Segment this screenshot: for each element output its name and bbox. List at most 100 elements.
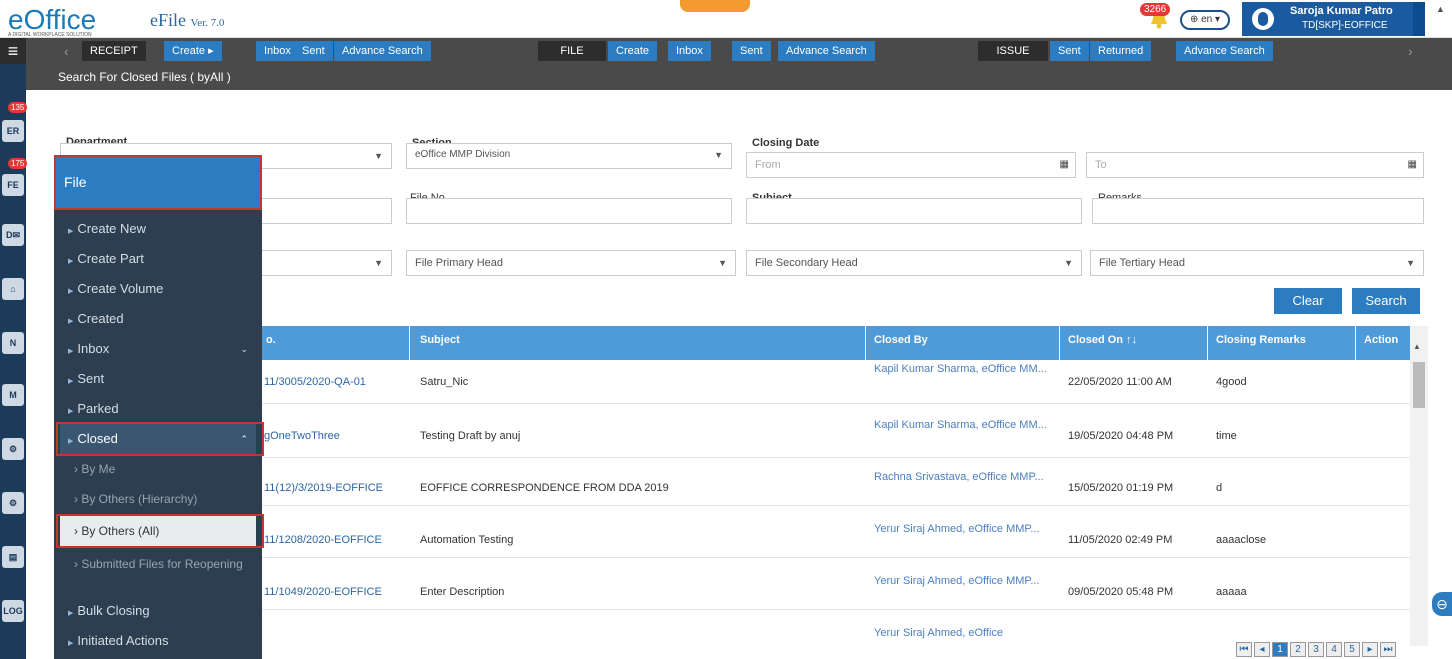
side-menu-label: Sent: [77, 371, 105, 386]
menu-issue[interactable]: ISSUE: [978, 41, 1048, 61]
menu-receipt[interactable]: RECEIPT: [82, 41, 146, 61]
page-2[interactable]: 2: [1290, 642, 1306, 657]
page-3[interactable]: 3: [1308, 642, 1324, 657]
scroll-up-icon[interactable]: ▲: [1436, 4, 1450, 18]
side-menu-label: By Others (Hierarchy): [81, 492, 198, 506]
scroll-up-icon[interactable]: ▲: [1413, 342, 1421, 351]
primary-head-select[interactable]: File Primary Head ▼: [406, 250, 736, 276]
side-menu-parked[interactable]: ▶ Parked: [60, 394, 256, 424]
triangle-right-icon: ▶: [68, 228, 74, 235]
chevron-down-icon: ▼: [718, 258, 727, 268]
chevron-down-icon: ▼: [1406, 258, 1415, 268]
chevron-down-icon: ⌄: [240, 344, 248, 354]
calendar-icon[interactable]: ▦: [1408, 153, 1417, 177]
menu-scroll-right-icon[interactable]: ›: [1408, 40, 1420, 62]
clear-button[interactable]: Clear: [1274, 288, 1342, 314]
side-menu-initiated-actions[interactable]: ▶ Initiated Actions: [60, 626, 256, 656]
prev-page-icon[interactable]: ◂: [1254, 642, 1270, 657]
col-file-no: o.: [266, 334, 276, 346]
row-file-no[interactable]: 11(12)/3/2019-EOFFICE: [264, 482, 383, 494]
secondary-head-select[interactable]: File Secondary Head ▼: [746, 250, 1082, 276]
side-panel-toggle-icon[interactable]: ⊖: [1432, 592, 1452, 616]
side-menu-file-header[interactable]: File: [54, 155, 262, 209]
menu-receipt-advance-search[interactable]: Advance Search: [334, 41, 431, 61]
side-menu-sent[interactable]: ▶ Sent: [60, 364, 256, 394]
side-menu-bulk-closing[interactable]: ▶ Bulk Closing: [60, 596, 256, 626]
note-icon[interactable]: N: [2, 332, 24, 354]
page-1[interactable]: 1: [1272, 642, 1288, 657]
page-4[interactable]: 4: [1326, 642, 1342, 657]
menu-file[interactable]: FILE: [538, 41, 606, 61]
side-menu-by-others-all[interactable]: › By Others (All): [60, 516, 256, 546]
menu-receipt-sent[interactable]: Sent: [294, 41, 333, 61]
row-file-no[interactable]: gOneTwoThree: [264, 430, 340, 442]
to-placeholder: To: [1095, 159, 1107, 171]
triangle-right-icon: ▶: [68, 408, 74, 415]
hamburger-icon[interactable]: ≡: [0, 38, 26, 64]
user-role: TD[SKP]-EOFFICE: [1302, 20, 1388, 31]
side-menu-by-me[interactable]: › By Me: [60, 454, 256, 484]
last-page-icon[interactable]: ⏭: [1380, 642, 1396, 657]
row-remarks: aaaaa: [1216, 586, 1247, 598]
report-icon[interactable]: ▤: [2, 546, 24, 568]
closing-date-to[interactable]: To ▦: [1086, 152, 1424, 178]
dashboard-icon[interactable]: ⌂: [2, 278, 24, 300]
section-select[interactable]: eOffice MMP Division ▼: [406, 143, 732, 169]
language-selector[interactable]: ⊕ en ▾: [1180, 10, 1230, 30]
side-menu-by-others-hierarchy[interactable]: › By Others (Hierarchy): [60, 484, 256, 514]
calendar-icon[interactable]: ▦: [1060, 153, 1069, 177]
scrollbar-thumb[interactable]: [1413, 362, 1425, 408]
menu-issue-advance-search[interactable]: Advance Search: [1176, 41, 1273, 61]
menu-receipt-create[interactable]: Create ▸: [164, 41, 222, 61]
side-menu-create-volume[interactable]: ▶ Create Volume: [60, 274, 256, 304]
row-closed-by: Yerur Siraj Ahmed, eOffice MMP...: [874, 575, 1040, 587]
menu-file-inbox[interactable]: Inbox: [668, 41, 711, 61]
dak-mail-icon[interactable]: D✉: [2, 224, 24, 246]
row-remarks: d: [1216, 482, 1223, 494]
row-closed-on: 22/05/2020 11:00 AM: [1068, 376, 1172, 388]
row-file-no[interactable]: 11/1049/2020-EOFFICE: [264, 586, 382, 598]
file-count-badge: 175: [8, 158, 28, 169]
tertiary-head-select[interactable]: File Tertiary Head ▼: [1090, 250, 1424, 276]
chevron-down-icon: ▼: [714, 150, 723, 160]
tools-icon[interactable]: ⚙: [2, 438, 24, 460]
remarks-input[interactable]: [1092, 198, 1424, 224]
search-button[interactable]: Search: [1352, 288, 1420, 314]
next-page-icon[interactable]: ▸: [1362, 642, 1378, 657]
movement-icon[interactable]: M: [2, 384, 24, 406]
th-subject[interactable]: [410, 326, 866, 360]
file-icon[interactable]: FE: [2, 174, 24, 196]
side-menu-create-new[interactable]: ▶ Create New: [60, 214, 256, 244]
user-profile[interactable]: Saroja Kumar Patro TD[SKP]-EOFFICE: [1242, 2, 1425, 36]
tertiary-head-value: File Tertiary Head: [1099, 257, 1185, 269]
first-page-icon[interactable]: ⏮: [1236, 642, 1252, 657]
row-closed-on: 19/05/2020 04:48 PM: [1068, 430, 1174, 442]
menu-file-advance-search[interactable]: Advance Search: [778, 41, 875, 61]
avatar: [1252, 8, 1274, 30]
page-5[interactable]: 5: [1344, 642, 1360, 657]
triangle-right-icon: ▶: [68, 348, 74, 355]
subject-input[interactable]: [746, 198, 1082, 224]
closing-date-from[interactable]: From ▦: [746, 152, 1076, 178]
menu-issue-returned[interactable]: Returned: [1090, 41, 1152, 61]
menu-scroll-left-icon[interactable]: ‹: [64, 40, 76, 62]
menu-file-sent[interactable]: Sent: [732, 41, 771, 61]
side-menu-create-part[interactable]: ▶ Create Part: [60, 244, 256, 274]
eoffice-logo: eOffice A DIGITAL WORKPLACE SOLUTION: [8, 4, 96, 38]
side-menu-submitted-reopening[interactable]: › Submitted Files for Reopening: [60, 552, 256, 592]
row-file-no[interactable]: 11/1208/2020-EOFFICE: [264, 534, 382, 546]
collapse-header-tab[interactable]: [680, 0, 750, 12]
row-file-no[interactable]: 11/3005/2020-QA-01: [264, 376, 366, 388]
file-no-input[interactable]: [406, 198, 732, 224]
receipt-icon[interactable]: ER: [2, 120, 24, 142]
settings-icon[interactable]: ⚙: [2, 492, 24, 514]
side-menu-inbox[interactable]: ▶ Inbox ⌄: [60, 334, 256, 364]
menu-issue-sent[interactable]: Sent: [1050, 41, 1089, 61]
menu-file-create[interactable]: Create: [608, 41, 658, 61]
side-menu-closed[interactable]: ▶ Closed ⌃: [60, 424, 256, 454]
th-file-no[interactable]: [262, 326, 410, 360]
side-menu-created[interactable]: ▶ Created: [60, 304, 256, 334]
menu-receipt-inbox[interactable]: Inbox: [256, 41, 299, 61]
log-icon[interactable]: LOG: [2, 600, 24, 622]
user-dropdown-toggle[interactable]: [1413, 2, 1425, 36]
